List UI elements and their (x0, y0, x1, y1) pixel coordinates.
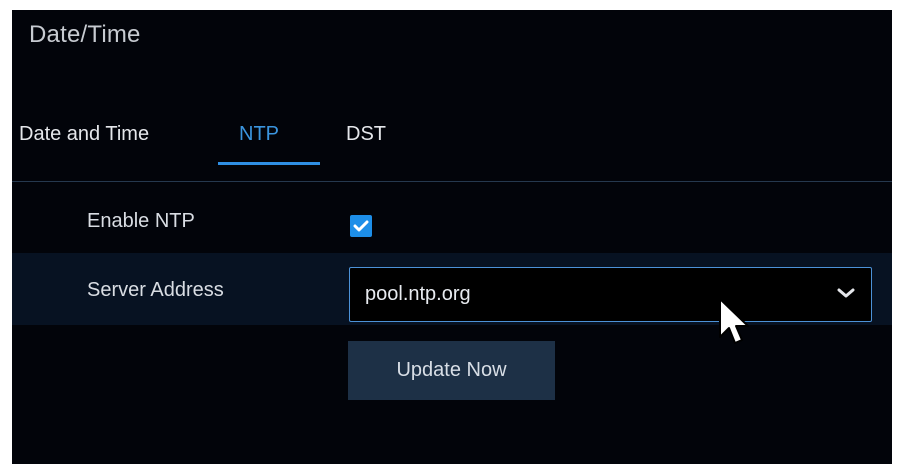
server-address-value: pool.ntp.org (365, 283, 471, 305)
enable-ntp-row: Enable NTP (12, 204, 892, 252)
date-time-panel: Date/Time Date and Time NTP DST Enable N… (12, 10, 892, 464)
tab-ntp[interactable]: NTP (239, 120, 279, 148)
tab-dst[interactable]: DST (346, 120, 386, 148)
enable-ntp-checkbox[interactable] (350, 215, 372, 237)
tabs-divider (12, 181, 892, 182)
server-address-label: Server Address (87, 279, 224, 301)
server-address-row: Server Address pool.ntp.org (12, 253, 892, 325)
chevron-down-icon[interactable] (837, 287, 855, 299)
enable-ntp-label: Enable NTP (87, 210, 195, 232)
tab-date-and-time[interactable]: Date and Time (19, 120, 149, 148)
active-tab-indicator (218, 162, 320, 165)
server-address-select[interactable]: pool.ntp.org (349, 267, 872, 322)
checkmark-icon (353, 220, 369, 232)
page-title: Date/Time (29, 21, 141, 48)
update-now-button[interactable]: Update Now (348, 341, 555, 400)
date-time-tabs: Date and Time NTP DST (12, 120, 892, 180)
